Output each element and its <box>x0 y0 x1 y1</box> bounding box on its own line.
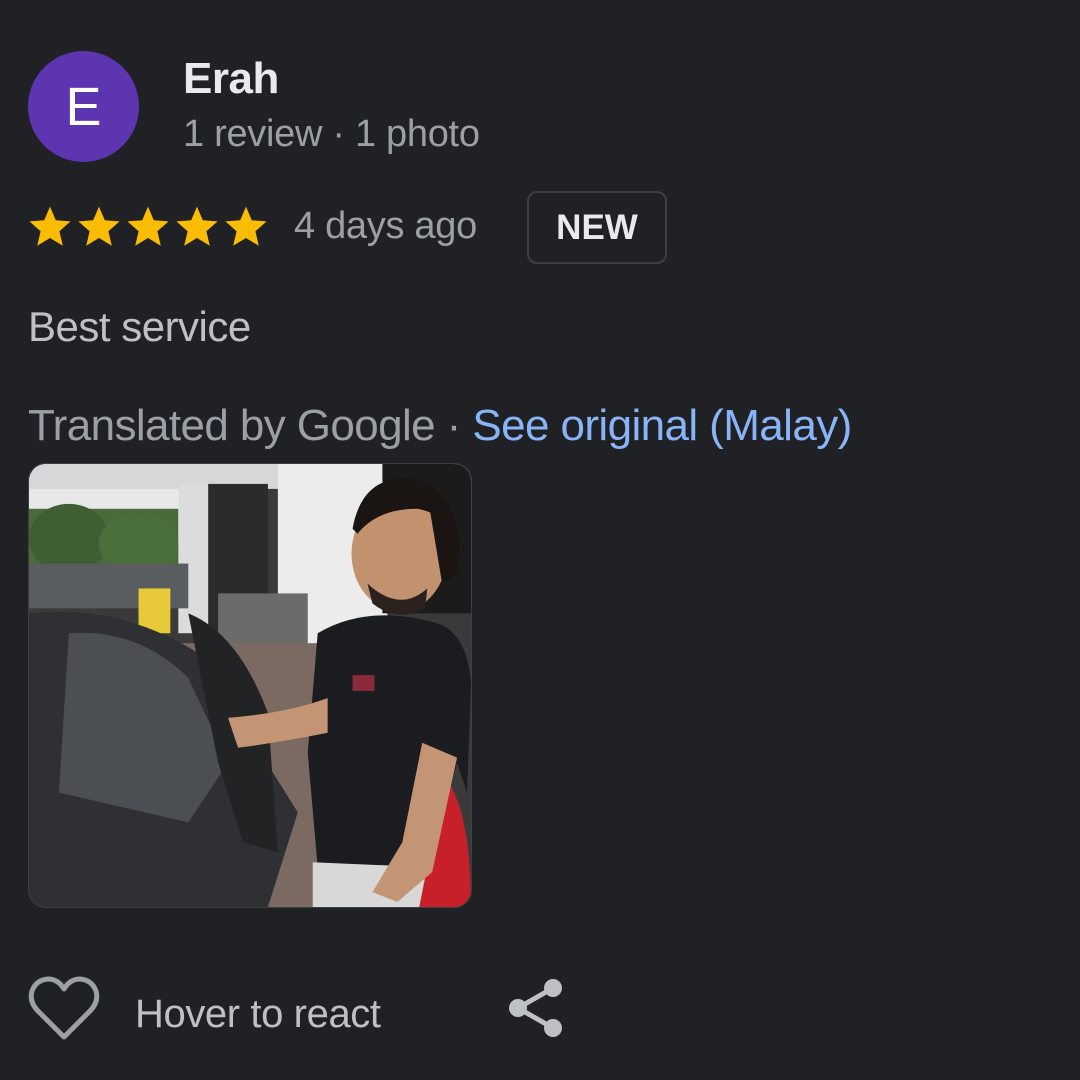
review-text: Best service <box>28 303 251 350</box>
translation-separator: · <box>435 401 473 450</box>
star-icon <box>78 206 120 246</box>
reviewer-meta: 1 review · 1 photo <box>183 113 480 155</box>
avatar[interactable]: E <box>28 51 139 162</box>
star-icon <box>127 206 169 246</box>
star-icon <box>29 206 71 246</box>
new-badge: NEW <box>527 191 667 264</box>
react-button[interactable] <box>28 975 100 1043</box>
share-icon[interactable] <box>505 977 567 1039</box>
review-photo[interactable] <box>28 463 472 908</box>
react-label: Hover to react <box>135 992 381 1036</box>
star-icon <box>225 206 267 246</box>
heart-icon <box>28 976 100 1040</box>
review-date: 4 days ago <box>294 205 477 247</box>
star-icon <box>176 206 218 246</box>
translated-by-label: Translated by Google <box>28 401 436 450</box>
see-original-link[interactable]: See original (Malay) <box>472 401 852 450</box>
reviewer-name[interactable]: Erah <box>183 54 279 104</box>
star-rating <box>26 203 271 251</box>
translation-line: Translated by Google · See original (Mal… <box>28 401 852 451</box>
